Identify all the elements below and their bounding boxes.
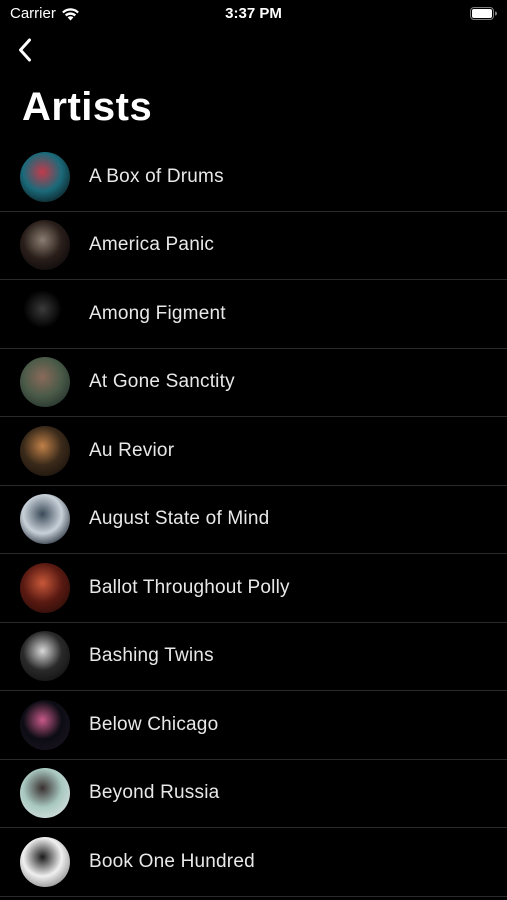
artist-row[interactable]: Below Chicago: [0, 691, 507, 760]
artist-row[interactable]: Beyond Russia: [0, 760, 507, 828]
chevron-left-icon: [18, 38, 32, 67]
artist-name: At Gone Sanctity: [89, 371, 235, 393]
artist-row[interactable]: America Panic: [0, 212, 507, 280]
status-bar: Carrier 3:37 PM: [0, 0, 507, 30]
battery-icon: [470, 7, 497, 20]
artist-row[interactable]: Au Revior: [0, 417, 507, 486]
artist-row[interactable]: August State of Mind: [0, 486, 507, 554]
artist-avatar: [20, 220, 70, 271]
artist-avatar: [20, 288, 70, 339]
artist-name: August State of Mind: [89, 508, 270, 530]
artist-name: A Box of Drums: [89, 165, 224, 187]
artist-name: Below Chicago: [89, 713, 219, 735]
clock: 3:37 PM: [225, 5, 282, 22]
back-button[interactable]: [10, 36, 40, 68]
artist-name: Au Revior: [89, 439, 175, 461]
artist-row[interactable]: Bashing Twins: [0, 623, 507, 691]
artist-row[interactable]: At Gone Sanctity: [0, 349, 507, 417]
artist-name: Ballot Throughout Polly: [89, 576, 290, 598]
artist-row[interactable]: A Box of Drums: [0, 143, 507, 212]
artist-avatar: [20, 151, 70, 202]
artist-row[interactable]: Ballot Throughout Polly: [0, 554, 507, 623]
artist-avatar: [20, 836, 70, 887]
artist-avatar: [20, 494, 70, 545]
artist-avatar: [20, 425, 70, 476]
artist-name: Book One Hundred: [89, 850, 255, 872]
artist-avatar: [20, 357, 70, 408]
artist-avatar: [20, 631, 70, 682]
artist-name: Beyond Russia: [89, 782, 220, 804]
artist-name: Among Figment: [89, 302, 226, 324]
artist-row[interactable]: Book One Hundred: [0, 828, 507, 897]
artist-name: America Panic: [89, 234, 215, 256]
artist-avatar: [20, 562, 70, 613]
artist-name: Bashing Twins: [89, 645, 214, 667]
navigation-bar: [0, 30, 507, 74]
artist-row[interactable]: Among Figment: [0, 280, 507, 349]
artist-avatar: [20, 768, 70, 819]
artist-list: A Box of Drums America Panic Among Figment…: [0, 143, 507, 897]
page-title: Artists: [22, 85, 153, 129]
artist-avatar: [20, 699, 70, 750]
